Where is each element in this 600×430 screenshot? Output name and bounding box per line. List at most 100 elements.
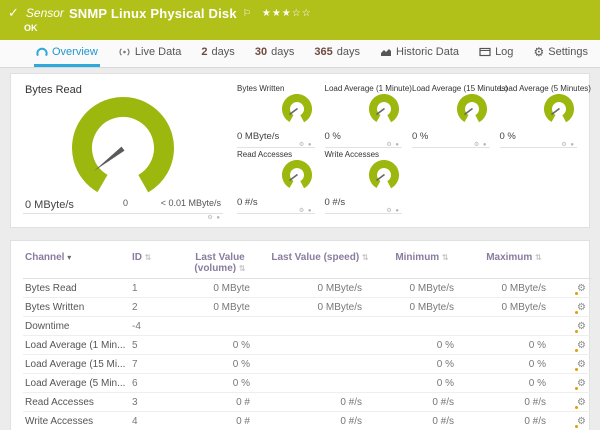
- channel-id: 2: [130, 297, 176, 317]
- minimum-value: 0 #/s: [376, 411, 468, 430]
- mini-gauge-dial: [456, 94, 487, 124]
- last-value-speed: 0 #/s: [264, 411, 376, 430]
- last-value-speed: 0 #/s: [264, 392, 376, 412]
- col-header-minimum[interactable]: Minimum ⇅: [376, 247, 468, 279]
- sort-icon: ⇅: [535, 253, 542, 262]
- gauge-tile-load-average-15min: Load Average (15 Minutes) 0 % ⚙ ●: [412, 82, 508, 148]
- last-value-speed: [264, 316, 376, 336]
- gauge-scale-max: < 0.01 MByte/s: [160, 198, 221, 208]
- tab-365-days[interactable]: 365 days: [312, 40, 362, 67]
- area-chart-icon: [380, 47, 392, 57]
- col-header-channel[interactable]: Channel ▾: [23, 247, 130, 279]
- maximum-value: 0 #/s: [468, 411, 560, 430]
- tile-value: 0 %: [324, 131, 341, 142]
- sort-icon: ⇅: [441, 253, 449, 262]
- channels-table-panel: Channel ▾ ID ⇅ Last Value (volume) ⇅ Las…: [10, 240, 592, 430]
- tab-2-days-number: 2: [201, 46, 208, 58]
- channel-settings-gear-icon[interactable]: ⚙: [575, 340, 586, 352]
- col-header-last-value-volume[interactable]: Last Value (volume) ⇅: [176, 247, 264, 279]
- tile-title: Read Accesses: [237, 150, 293, 159]
- tab-settings[interactable]: ⚙ Settings: [531, 40, 590, 67]
- tile-title: Load Average (1 Minute): [324, 84, 412, 93]
- gauge-settings-icons[interactable]: ⚙ ●: [561, 141, 575, 148]
- gauge-settings-icons[interactable]: ⚙ ●: [474, 141, 488, 148]
- col-header-last-value-speed[interactable]: Last Value (speed) ⇅: [264, 247, 376, 279]
- channel-id: 4: [130, 411, 176, 430]
- gauge-scale-min: 0: [123, 198, 129, 208]
- last-value-speed: [264, 354, 376, 374]
- sensor-title: SNMP Linux Physical Disk: [68, 5, 237, 21]
- priority-stars[interactable]: ★★★☆☆: [262, 8, 312, 19]
- tab-bar: Overview Live Data 2 days 30 days 365 da…: [0, 40, 600, 68]
- gauge-settings-icons[interactable]: ⚙ ●: [207, 214, 221, 221]
- channel-id: 6: [130, 373, 176, 393]
- minimum-value: 0 MByte/s: [376, 278, 468, 298]
- tile-value: 0 MByte/s: [237, 131, 280, 142]
- col-header-maximum[interactable]: Maximum ⇅: [468, 247, 560, 279]
- minimum-value: 0 MByte/s: [376, 297, 468, 317]
- tile-value: 0 %: [412, 131, 429, 142]
- sensor-status-text: OK: [24, 23, 38, 33]
- tab-live-data-label: Live Data: [134, 46, 182, 58]
- pause-flag-icon[interactable]: ⚐: [243, 8, 251, 19]
- channel-name: Bytes Written: [23, 297, 130, 317]
- channel-id: 5: [130, 335, 176, 355]
- maximum-value: [468, 316, 560, 336]
- channel-id: -4: [130, 316, 176, 336]
- empty-tile: [412, 148, 490, 214]
- minimum-value: 0 #/s: [376, 392, 468, 412]
- content-area: Bytes Read 0 MByte/s 0 < 0.01 MByte/s ⚙ …: [0, 68, 600, 430]
- sort-icon: ⇅: [144, 253, 152, 262]
- last-value-volume: 0 %: [176, 335, 264, 355]
- channel-name: Load Average (15 Mi...: [23, 354, 130, 374]
- empty-tile: [500, 148, 578, 214]
- log-window-icon: [479, 47, 491, 57]
- table-row: Load Average (5 Min... 6 0 % 0 % 0 % ⚙: [23, 373, 592, 393]
- tab-overview[interactable]: Overview: [34, 40, 100, 67]
- gauge-bytes-read: Bytes Read 0 MByte/s 0 < 0.01 MByte/s ⚙ …: [23, 80, 223, 221]
- gauge-current-value: 0 MByte/s: [25, 199, 74, 211]
- last-value-volume: 0 %: [176, 373, 264, 393]
- maximum-value: 0 MByte/s: [468, 297, 560, 317]
- gauge-settings-icons[interactable]: ⚙ ●: [299, 141, 313, 148]
- tab-365-days-number: 365: [314, 46, 333, 58]
- last-value-speed: 0 MByte/s: [264, 297, 376, 317]
- channel-settings-gear-icon[interactable]: ⚙: [575, 302, 586, 314]
- sort-icon: ⇅: [238, 264, 246, 273]
- tile-title: Load Average (5 Minutes): [499, 84, 591, 93]
- gauge-arc-icon: [36, 47, 48, 57]
- maximum-value: 0 #/s: [468, 392, 560, 412]
- divider: [23, 213, 223, 214]
- minimum-value: [376, 316, 468, 336]
- last-value-volume: 0 %: [176, 354, 264, 374]
- table-row: Bytes Written 2 0 MByte 0 MByte/s 0 MByt…: [23, 297, 592, 317]
- maximum-value: 0 %: [468, 354, 560, 374]
- gauge-settings-icons[interactable]: ⚙ ●: [299, 207, 313, 214]
- mini-gauge-dial: [281, 94, 312, 124]
- tab-live-data[interactable]: Live Data: [116, 40, 183, 67]
- sort-down-icon: ▾: [67, 253, 72, 262]
- channel-name: Bytes Read: [23, 278, 130, 298]
- table-header-row: Channel ▾ ID ⇅ Last Value (volume) ⇅ Las…: [23, 247, 592, 279]
- channel-settings-gear-icon[interactable]: ⚙: [575, 416, 586, 428]
- gauge-tile-bytes-written: Bytes Written 0 MByte/s ⚙ ●: [237, 82, 315, 148]
- channel-name: Read Accesses: [23, 392, 130, 412]
- col-header-id[interactable]: ID ⇅: [130, 247, 176, 279]
- tab-historic-data[interactable]: Historic Data: [378, 40, 461, 67]
- minimum-value: 0 %: [376, 354, 468, 374]
- gauge-settings-icons[interactable]: ⚙ ●: [386, 207, 400, 214]
- sensor-header: ✓ Sensor SNMP Linux Physical Disk ⚐ ★★★☆…: [0, 0, 600, 40]
- tab-2-days[interactable]: 2 days: [199, 40, 236, 67]
- channel-settings-gear-icon[interactable]: ⚙: [575, 378, 586, 390]
- minimum-value: 0 %: [376, 373, 468, 393]
- tab-log[interactable]: Log: [477, 40, 515, 67]
- channel-settings-gear-icon[interactable]: ⚙: [575, 283, 586, 295]
- gauge-settings-icons[interactable]: ⚙ ●: [386, 141, 400, 148]
- channel-settings-gear-icon[interactable]: ⚙: [575, 359, 586, 371]
- channel-settings-gear-icon[interactable]: ⚙: [575, 397, 586, 409]
- channel-settings-gear-icon[interactable]: ⚙: [575, 321, 586, 333]
- tile-title: Bytes Written: [237, 84, 285, 93]
- tab-30-days[interactable]: 30 days: [253, 40, 297, 67]
- tile-value: 0 #/s: [324, 197, 346, 208]
- gear-icon: ⚙: [533, 45, 545, 59]
